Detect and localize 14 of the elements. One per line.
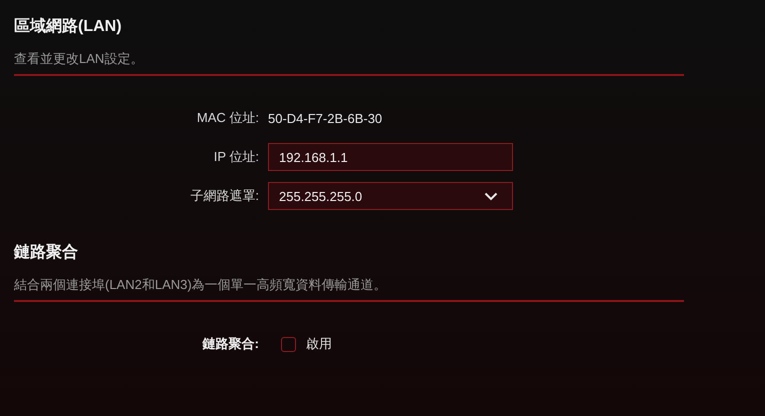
- field-label: 鏈路聚合:: [201, 335, 260, 353]
- section-description: 結合兩個連接埠(LAN2和LAN3)為一個單一高頻寬資料傳輸通道。: [14, 276, 388, 294]
- checkbox[interactable]: [281, 336, 296, 352]
- section-title: 區域網路(LAN): [14, 16, 123, 37]
- field-label: IP 位址:: [212, 148, 260, 166]
- field-label: MAC 位址:: [196, 109, 260, 127]
- dropdown[interactable]: 255.255.255.0: [268, 182, 513, 210]
- field-label: 子網路遮罩:: [189, 187, 260, 205]
- input-field[interactable]: 192.168.1.1: [268, 143, 513, 171]
- chevron-down-icon: [484, 192, 498, 200]
- section-description: 查看並更改LAN設定。: [14, 50, 144, 68]
- section-title: 鏈路聚合: [14, 242, 79, 263]
- field-value: 50-D4-F7-2B-6B-30: [268, 110, 382, 126]
- checkbox-label: 啟用: [306, 335, 332, 353]
